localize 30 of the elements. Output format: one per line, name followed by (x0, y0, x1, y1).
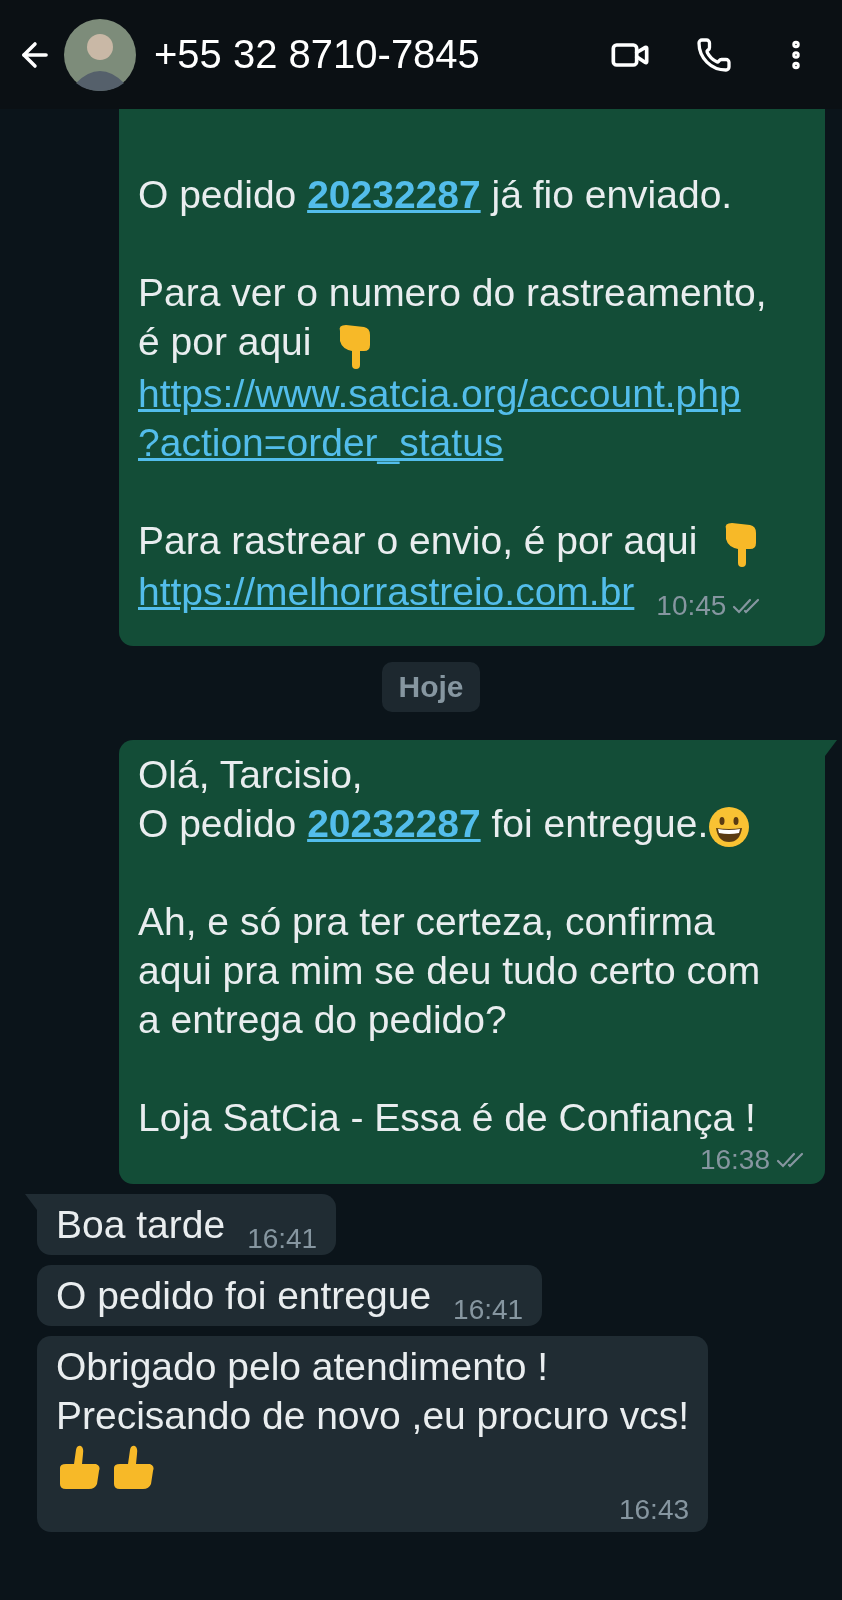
link[interactable]: https://melhorrastreio.com.br (138, 570, 635, 614)
phone-icon[interactable] (696, 36, 732, 73)
message-time: 16:38 (699, 1144, 770, 1177)
grinning-face-icon (708, 806, 751, 849)
link[interactable]: ?action=order_status (138, 420, 504, 464)
message-text: O pedido 20232287 foi entregue. (138, 799, 806, 849)
message-time: 16:41 (453, 1294, 524, 1327)
link[interactable]: 20232287 (307, 173, 481, 216)
contact-name: +55 32 8710-7845 (154, 32, 481, 77)
link[interactable]: https://www.satcia.org/account.php (138, 371, 741, 415)
link[interactable]: 20232287 (307, 802, 481, 846)
message-text: Precisando de novo ,eu procuro vcs! (56, 1393, 690, 1440)
message-text: Loja SatCia - Essa é de Confiança ! (138, 1095, 757, 1142)
message-time: 16:43 (618, 1494, 690, 1527)
message-text: O pedido 20232287 já fio enviado. (138, 172, 734, 218)
message-text: aqui pra mim se deu tudo certo com (138, 948, 762, 995)
message-text: Para rastrear o envio, é por aqui (138, 515, 806, 568)
message-text: Boa tarde (56, 1202, 226, 1249)
double-check-icon (776, 1151, 806, 1170)
message-time: 16:41 (247, 1223, 318, 1256)
message-text: O pedido foi entregue (56, 1273, 432, 1320)
message-text: Olá, Tarcisio, (138, 752, 364, 799)
message-text: Para ver o numero do rastreamento, (138, 270, 768, 316)
date-chip: Hoje (382, 662, 480, 713)
message-text: Ah, e só pra ter certeza, confirma (138, 899, 716, 946)
message-text: Obrigado pelo atendimento ! (56, 1344, 550, 1391)
avatar[interactable] (64, 18, 136, 91)
message-text: a entrega do pedido? (138, 997, 508, 1044)
message-time: 10:45 (656, 590, 727, 623)
message-text: é por aqui (138, 317, 806, 369)
